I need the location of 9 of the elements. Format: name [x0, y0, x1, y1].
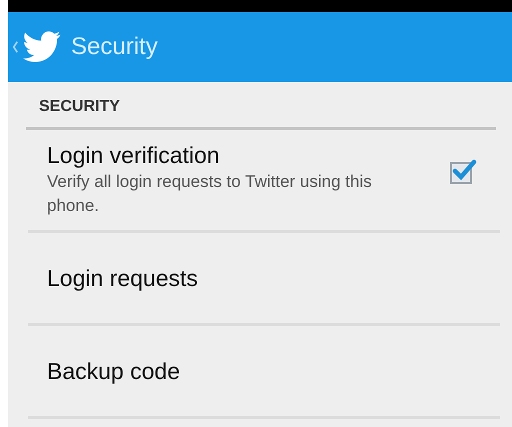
preference-title: Login verification — [47, 141, 221, 170]
preference-summary: Verify all login requests to Twitter using this phone. — [47, 171, 373, 217]
checkmark-icon — [451, 158, 477, 182]
section-header: SECURITY — [38, 97, 121, 117]
bird-logo-icon[interactable] — [23, 31, 61, 63]
back-chevron-icon[interactable] — [12, 40, 19, 54]
screen-title: Security — [71, 32, 158, 62]
preference-title[interactable]: Login requests — [47, 263, 198, 293]
preference-title[interactable]: Backup code — [47, 356, 180, 386]
